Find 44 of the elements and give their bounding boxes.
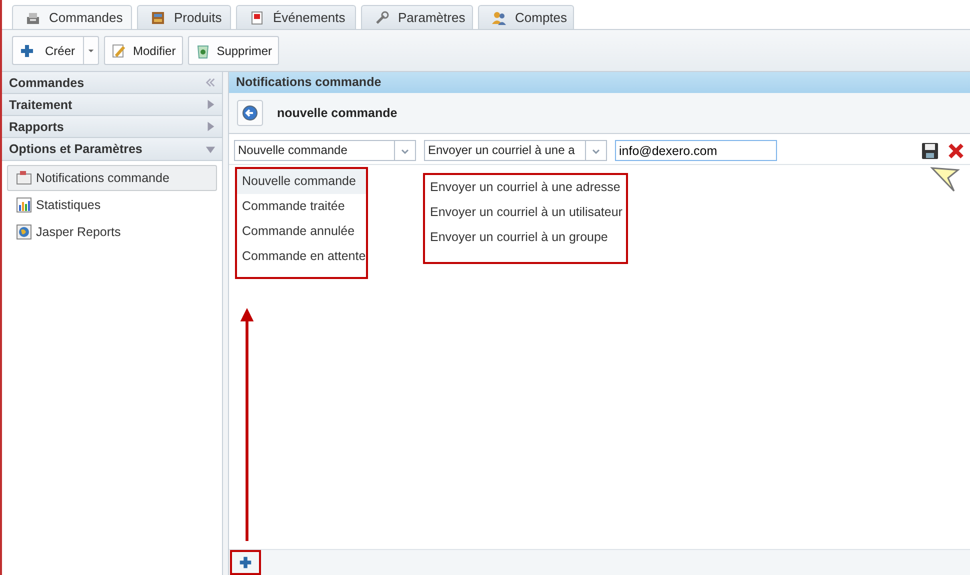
shelf-icon [150,10,166,26]
dropdown-option[interactable]: Nouvelle commande [237,169,366,194]
bar-chart-icon [16,197,32,213]
add-button[interactable] [230,550,261,575]
tab[interactable]: Commandes [12,5,132,29]
tab[interactable]: Comptes [478,5,574,29]
tab[interactable]: Événements [236,5,356,29]
form-title: nouvelle commande [277,106,398,120]
wrench-icon [374,10,390,26]
back-button[interactable] [237,100,263,126]
section-header[interactable]: Commandes [2,72,222,94]
email-field[interactable]: info@dexero.com [615,140,777,161]
panel-title: Notifications commande [229,72,970,93]
dropdown-option[interactable]: Commande traitée [237,194,366,219]
dropdown-option[interactable]: Envoyer un courriel à une adresse [425,175,622,200]
tab[interactable]: Paramètres [361,5,473,29]
toolbar-button[interactable]: Modifier [104,36,183,65]
section-header[interactable]: Traitement [2,94,222,116]
collapse-icon [205,77,216,88]
toolbar-button[interactable]: Créer [12,36,84,65]
sidebar-item[interactable]: Jasper Reports [7,219,217,245]
sidebar-item[interactable]: Notifications commande [7,165,217,191]
section-header[interactable]: Rapports [2,116,222,138]
globe-icon [16,224,32,240]
plus-icon [19,42,35,58]
save-icon[interactable] [921,142,939,160]
users-icon [491,10,507,26]
pointer-cursor-icon [930,166,960,194]
dropdown-option[interactable]: Commande annulée [237,219,366,244]
tab[interactable]: Produits [137,5,231,29]
envelope-icon [16,170,32,186]
bin-icon [194,42,211,58]
section-header[interactable]: Options et Paramètres [2,138,222,161]
sidebar-item[interactable]: Statistiques [7,192,217,218]
dropdown-option[interactable]: Envoyer un courriel à un groupe [425,225,622,250]
dropdown-option[interactable]: Envoyer un courriel à un utilisateur [425,200,622,225]
dropdown-option[interactable]: Commande en attente [237,244,366,269]
pencil-icon [111,42,128,58]
toolbar-button[interactable]: Supprimer [188,36,280,65]
calendar-icon [249,10,265,26]
delete-icon[interactable] [947,142,965,160]
dropdown-field[interactable]: Nouvelle commande [234,140,416,161]
dropdown-field[interactable]: Envoyer un courriel à une a [424,140,607,161]
plus-icon [238,555,253,570]
